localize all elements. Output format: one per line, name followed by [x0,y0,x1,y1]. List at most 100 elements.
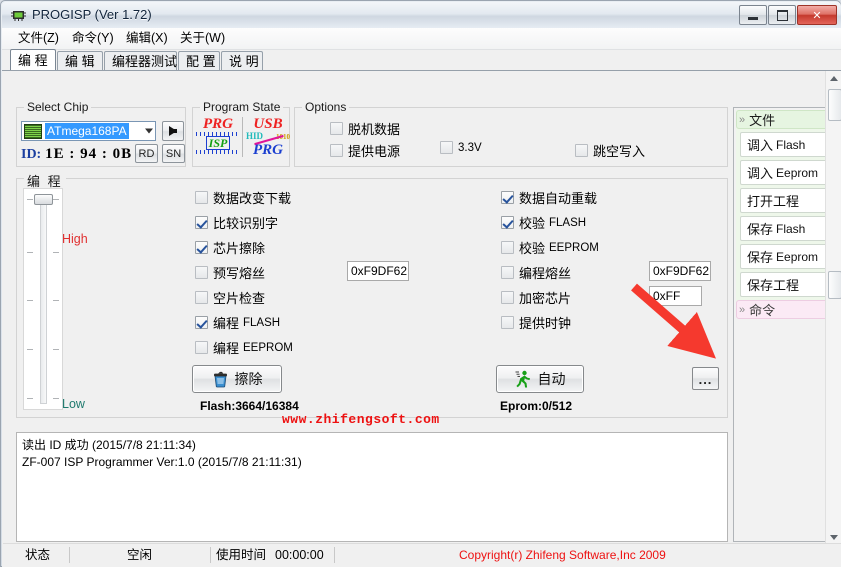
menu-about[interactable]: 关于(W) [174,30,231,47]
check-verify-flash[interactable]: 校验 FLASH [501,213,586,232]
chip-select-value: ATmega168PA [45,123,129,139]
chevron-double-right-icon: » [739,303,746,316]
sidebar-save-flash-button[interactable]: 保存 Flash [740,216,835,241]
status-bar: 状态 空闲 使用时间 00:00:00 Copyright(r) Zhifeng… [3,543,841,566]
check-supply-clock[interactable]: 提供时钟 [501,313,571,332]
window-vertical-scrollbar[interactable] [825,71,841,545]
check-label: 编程熔丝 [519,266,572,281]
trackbar-thumb[interactable] [34,194,53,205]
scroll-down-icon[interactable] [830,535,838,540]
program-fuse-value[interactable]: 0xF9DF62 [649,261,711,281]
log-output[interactable]: 读出 ID 成功 (2015/7/8 21:11:34) ZF-007 ISP … [16,432,728,542]
label-cn: 保存 [747,250,774,265]
read-id-button[interactable]: RD [135,144,158,163]
check-program-fuse[interactable]: 编程熔丝 [501,263,571,282]
lock-bits-value[interactable]: 0xFF [649,286,702,306]
option-skip-blank-write[interactable]: 跳空写入 [575,141,645,160]
tab-config[interactable]: 配 置 [178,51,220,71]
trackbar-groove [40,196,47,404]
sidebar-open-project-button[interactable]: 打开工程 [740,188,835,213]
maximize-icon [776,9,788,21]
chip-go-button[interactable] [162,121,184,141]
menu-command[interactable]: 命令(Y) [66,30,120,47]
files-section-header[interactable]: » 文件 [736,110,839,129]
voltage-trackbar[interactable] [23,188,63,410]
tab-strip: 编 程 编 辑 编程器测试 配 置 说 明 [2,49,841,71]
label-cn: 保存工程 [747,278,800,293]
tab-programmer-test[interactable]: 编程器测试 [104,51,177,71]
tab-program[interactable]: 编 程 [10,49,56,71]
check-label-en: FLASH [549,216,587,229]
minimize-button[interactable] [739,5,767,25]
checkbox-box [440,141,453,154]
check-label: 校验 [519,216,546,231]
check-verify-eeprom[interactable]: 校验 EEPROM [501,238,599,257]
check-label: 校验 [519,241,546,256]
prg-logo-text: PRG [203,116,233,132]
check-blank-check[interactable]: 空片检查 [195,288,265,307]
check-chip-erase[interactable]: 芯片擦除 [195,238,265,257]
status-label: 状态 [25,548,51,562]
check-lock-chip[interactable]: 加密芯片 [501,288,571,307]
menu-edit[interactable]: 编辑(X) [120,30,174,47]
chip-icon [24,123,42,139]
check-compare-signature[interactable]: 比较识别字 [195,213,278,232]
option-offline-data[interactable]: 脱机数据 [330,119,400,138]
checkbox-box [195,241,208,254]
prewrite-fuse-value[interactable]: 0xF9DF62 [347,261,409,281]
chevron-double-down-icon: » [739,113,746,126]
usb-prg-logo: USB HID 1010 PRG [246,117,290,158]
program-page: Select Chip ATmega168PA ID: 1E : 94 : 0B… [2,71,841,545]
menu-bar: 文件(Z) 命令(Y) 编辑(X) 关于(W) [2,28,841,50]
sidebar-save-project-button[interactable]: 保存工程 [740,272,835,297]
running-man-icon [515,370,530,388]
scroll-up-icon[interactable] [830,76,838,81]
erase-button[interactable]: 擦除 [192,365,282,393]
close-button[interactable]: ✕ [797,5,837,25]
check-label-en: FLASH [243,316,281,329]
select-chip-title: Select Chip [24,100,92,114]
checkbox-box [501,191,514,204]
sidebar-load-flash-button[interactable]: 调入 Flash [740,132,835,157]
checkbox-box [501,216,514,229]
chip-select-dropdown[interactable]: ATmega168PA [21,121,156,141]
window-controls: ✕ [739,5,837,25]
check-program-eeprom[interactable]: 编程 EEPROM [195,338,293,357]
maximize-button[interactable] [768,5,796,25]
log-line: ZF-007 ISP Programmer Ver:1.0 (2015/7/8 … [22,455,302,469]
application-window: PROGISP (Ver 1.72) ✕ 文件(Z) 命令(Y) 编辑(X) 关… [0,0,841,567]
tab-help[interactable]: 说 明 [221,51,263,71]
check-label-en: EEPROM [549,241,599,254]
option-supply-power[interactable]: 提供电源 [330,141,400,160]
flash-usage-label: Flash:3664/16384 [200,399,299,413]
menu-file[interactable]: 文件(Z) [12,30,65,47]
tab-edit[interactable]: 编 辑 [57,51,103,71]
option-3v3[interactable]: 3.3V [440,141,482,154]
check-label: 编程 [213,316,240,331]
auto-button[interactable]: 自动 [496,365,584,393]
title-bar: PROGISP (Ver 1.72) ✕ [2,2,841,28]
check-download-on-change[interactable]: 数据改变下载 [195,188,291,207]
window-title: PROGISP (Ver 1.72) [32,7,152,22]
sidebar-save-eeprom-button[interactable]: 保存 Eeprom [740,244,835,269]
scrollbar-thumb[interactable] [828,89,841,121]
erase-button-label: 擦除 [234,371,263,387]
files-section-label: 文件 [749,113,776,128]
eprom-usage-label: Eprom:0/512 [500,399,573,413]
checkbox-box [195,266,208,279]
status-value: 空闲 [127,548,153,562]
checkbox-box [195,341,208,354]
check-prewrite-fuse[interactable]: 预写熔丝 [195,263,265,282]
prg2-logo-text: PRG [253,142,283,158]
check-auto-reload-data[interactable]: 数据自动重载 [501,188,597,207]
scrollbar-thumb-secondary[interactable] [828,271,841,299]
chevron-down-icon [145,128,153,134]
option-label: 脱机数据 [348,122,401,137]
label-cn: 保存 [747,222,774,237]
more-options-button[interactable]: ... [692,367,719,390]
label-cn: 调入 [747,166,774,181]
serial-number-button[interactable]: SN [162,144,185,163]
check-program-flash[interactable]: 编程 FLASH [195,313,280,332]
sidebar-load-eeprom-button[interactable]: 调入 Eeprom [740,160,835,185]
commands-section-header[interactable]: » 命令 [736,300,839,319]
